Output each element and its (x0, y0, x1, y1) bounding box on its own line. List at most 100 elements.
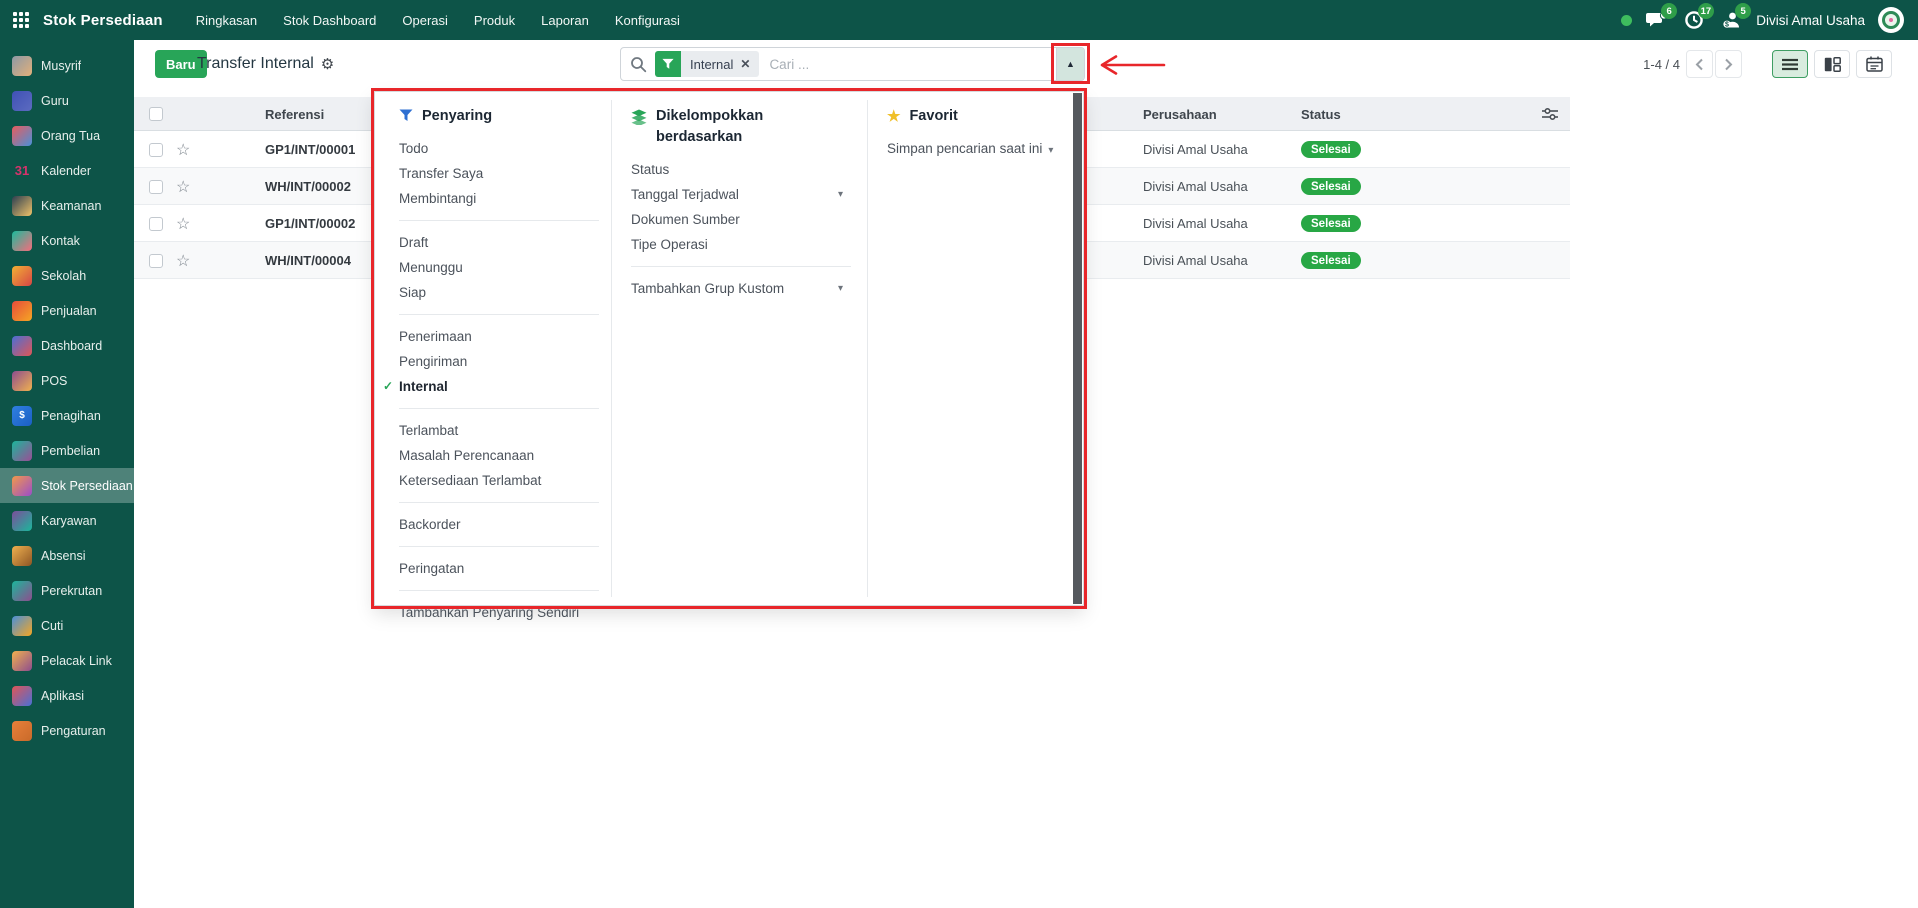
search-options-toggle[interactable]: ▲ (1056, 48, 1084, 80)
sekolah-icon (12, 266, 32, 286)
filter-divider (399, 502, 599, 503)
star-icon[interactable]: ☆ (176, 251, 190, 271)
menu-laporan[interactable]: Laporan (528, 0, 602, 40)
gear-icon[interactable]: ⚙ (321, 57, 334, 72)
sidebar-item-musyrif[interactable]: Musyrif (0, 48, 134, 83)
penagihan-icon: $ (12, 406, 32, 426)
filter-backorder[interactable]: Backorder (399, 512, 599, 537)
sidebar-item-absensi[interactable]: Absensi (0, 538, 134, 573)
online-status-dot (1621, 15, 1632, 26)
kanban-view-icon[interactable] (1814, 50, 1850, 78)
column-header-perusahaan[interactable]: Perusahaan (1143, 97, 1217, 131)
svg-text:$: $ (1725, 22, 1729, 29)
sidebar-item-label: Karyawan (41, 514, 97, 528)
add-custom-group[interactable]: Tambahkan Grup Kustom▾ (631, 276, 851, 301)
groupby-dokumen-sumber[interactable]: Dokumen Sumber (631, 207, 851, 232)
row-checkbox[interactable] (149, 254, 163, 268)
sidebar-item-penjualan[interactable]: Penjualan (0, 293, 134, 328)
sidebar-item-karyawan[interactable]: Karyawan (0, 503, 134, 538)
filter-todo[interactable]: Todo (399, 136, 599, 161)
sidebar-item-label: Orang Tua (41, 129, 100, 143)
pager-prev-icon[interactable] (1686, 50, 1713, 78)
filter-internal[interactable]: ✓Internal (399, 374, 599, 399)
sidebar-item-pos[interactable]: POS (0, 363, 134, 398)
sidebar-item-pembelian[interactable]: Pembelian (0, 433, 134, 468)
sidebar-item-sekolah[interactable]: Sekolah (0, 258, 134, 293)
karyawan-icon (12, 511, 32, 531)
row-checkbox[interactable] (149, 143, 163, 157)
chevron-down-icon: ▾ (1048, 145, 1053, 156)
list-view-icon[interactable] (1772, 50, 1808, 78)
pelacak-link-icon (12, 651, 32, 671)
sidebar-item-kalender[interactable]: 31Kalender (0, 153, 134, 188)
star-icon[interactable]: ☆ (176, 177, 190, 197)
sidebar-item-keamanan[interactable]: Keamanan (0, 188, 134, 223)
sales-person-icon[interactable]: $ 5 (1719, 8, 1743, 32)
sidebar-item-orang-tua[interactable]: Orang Tua (0, 118, 134, 153)
sidebar-item-aplikasi[interactable]: Aplikasi (0, 678, 134, 713)
sidebar-item-kontak[interactable]: Kontak (0, 223, 134, 258)
sidebar-item-label: Sekolah (41, 269, 86, 283)
column-header-status[interactable]: Status (1301, 97, 1341, 131)
menu-konfigurasi[interactable]: Konfigurasi (602, 0, 693, 40)
orang-tua-icon (12, 126, 32, 146)
row-checkbox[interactable] (149, 180, 163, 194)
filter-masalah-perencanaan[interactable]: Masalah Perencanaan (399, 443, 599, 468)
groupby-tanggal-terjadwal[interactable]: Tanggal Terjadwal▾ (631, 182, 851, 207)
sidebar-item-label: Penjualan (41, 304, 97, 318)
chat-icon[interactable]: 6 (1645, 8, 1669, 32)
scrollbar-thumb[interactable] (1073, 93, 1082, 604)
row-checkbox-cell (149, 168, 163, 205)
filter-funnel-icon (655, 51, 681, 77)
menu-produk[interactable]: Produk (461, 0, 528, 40)
menu-operasi[interactable]: Operasi (389, 0, 461, 40)
filter-draft[interactable]: Draft (399, 230, 599, 255)
sidebar-item-dashboard[interactable]: Dashboard (0, 328, 134, 363)
sidebar-item-cuti[interactable]: Cuti (0, 608, 134, 643)
groupby-tipe-operasi[interactable]: Tipe Operasi (631, 232, 851, 257)
groupby-status[interactable]: Status (631, 157, 851, 182)
filter-membintangi[interactable]: Membintangi (399, 186, 599, 211)
app-title[interactable]: Stok Persediaan (43, 12, 163, 29)
cell-status: Selesai (1301, 205, 1361, 242)
filter-siap[interactable]: Siap (399, 280, 599, 305)
pembelian-icon (12, 441, 32, 461)
search-input[interactable] (759, 57, 1056, 72)
filter-pengiriman[interactable]: Pengiriman (399, 349, 599, 374)
avatar[interactable] (1878, 7, 1904, 33)
star-icon[interactable]: ☆ (176, 140, 190, 160)
sidebar-item-label: Musyrif (41, 59, 81, 73)
sidebar-item-stok-persediaan[interactable]: Stok Persediaan (0, 468, 134, 503)
filter-penerimaan[interactable]: Penerimaan (399, 324, 599, 349)
filter-terlambat[interactable]: Terlambat (399, 418, 599, 443)
optional-columns-icon[interactable] (1542, 97, 1558, 131)
sidebar-item-penagihan[interactable]: $Penagihan (0, 398, 134, 433)
sales-badge: 5 (1735, 3, 1751, 19)
row-checkbox[interactable] (149, 217, 163, 231)
panel-divider (611, 100, 612, 597)
aplikasi-icon (12, 686, 32, 706)
filter-transfer-saya[interactable]: Transfer Saya (399, 161, 599, 186)
sidebar-item-guru[interactable]: Guru (0, 83, 134, 118)
sidebar-item-pengaturan[interactable]: Pengaturan (0, 713, 134, 748)
menu-stok-dashboard[interactable]: Stok Dashboard (270, 0, 389, 40)
star-icon[interactable]: ☆ (176, 214, 190, 234)
filter-menunggu[interactable]: Menunggu (399, 255, 599, 280)
activity-badge: 17 (1698, 3, 1715, 19)
column-header-referensi[interactable]: Referensi (265, 97, 324, 131)
calendar-view-icon[interactable] (1856, 50, 1892, 78)
select-all-checkbox[interactable] (149, 97, 163, 131)
filter-ketersediaan-terlambat[interactable]: Ketersediaan Terlambat (399, 468, 599, 493)
menu-ringkasan[interactable]: Ringkasan (183, 0, 270, 40)
sidebar-item-perekrutan[interactable]: Perekrutan (0, 573, 134, 608)
sidebar-item-pelacak-link[interactable]: Pelacak Link (0, 643, 134, 678)
apps-grid-icon[interactable] (13, 12, 29, 28)
pager-next-icon[interactable] (1715, 50, 1742, 78)
sidebar-item-label: Stok Persediaan (41, 479, 133, 493)
company-switcher[interactable]: Divisi Amal Usaha (1756, 13, 1865, 28)
facet-remove-icon[interactable]: ✕ (740, 57, 750, 71)
save-current-search[interactable]: Simpan pencarian saat ini▾ (887, 136, 1067, 163)
filter-peringatan[interactable]: Peringatan (399, 556, 599, 581)
filter-tambahkan-penyaring-sendiri[interactable]: Tambahkan Penyaring Sendiri (399, 600, 599, 625)
activity-clock-icon[interactable]: 17 (1682, 8, 1706, 32)
